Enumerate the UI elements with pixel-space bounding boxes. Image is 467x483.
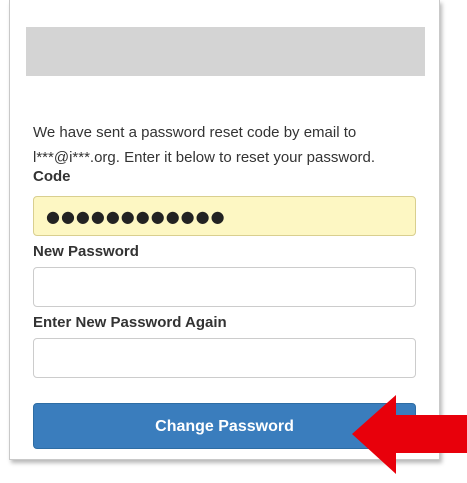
code-input[interactable]: ●●●●●●●●●●●● <box>33 196 416 236</box>
header-placeholder-bar <box>26 27 425 76</box>
red-arrow-icon <box>352 395 467 474</box>
reset-message-line-1: We have sent a password reset code by em… <box>33 124 357 141</box>
reset-message-line-2: l***@i***.org. Enter it below to reset y… <box>33 149 376 166</box>
confirm-password-input[interactable] <box>33 338 416 378</box>
new-password-input[interactable] <box>33 267 416 307</box>
reset-message: We have sent a password reset code by em… <box>33 120 433 170</box>
new-password-label: New Password <box>33 243 139 260</box>
code-label: Code <box>33 168 71 185</box>
confirm-password-label: Enter New Password Again <box>33 314 227 331</box>
red-arrow-shape <box>352 395 467 474</box>
